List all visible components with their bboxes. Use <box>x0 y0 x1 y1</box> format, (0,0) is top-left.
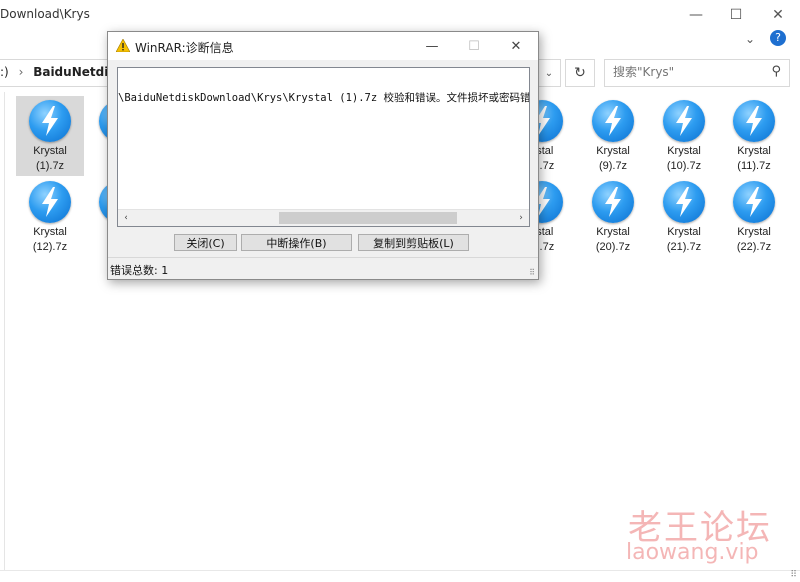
message-list[interactable]: \BaiduNetdiskDownload\Krys\Krystal (1).7… <box>117 67 530 227</box>
7z-archive-icon <box>733 181 775 223</box>
error-count: 错误总数: 1 <box>110 264 169 277</box>
7z-archive-icon <box>592 181 634 223</box>
file-item[interactable]: Krystal (22).7z <box>720 178 788 255</box>
scroll-left-icon[interactable]: ‹ <box>118 210 134 226</box>
status-bar: ⠿ <box>0 570 800 582</box>
file-name-line1: Krystal <box>596 145 630 157</box>
file-name-line2: (20).7z <box>595 241 631 253</box>
maximize-button[interactable]: ☐ <box>716 0 756 30</box>
file-item[interactable]: Krystal (10).7z <box>650 97 718 174</box>
help-icon[interactable]: ? <box>770 30 786 46</box>
address-prefix: :) <box>0 65 9 79</box>
file-name-line1: Krystal <box>33 226 67 238</box>
window-title: Download\Krys <box>0 7 90 21</box>
search-box[interactable]: ⚲ <box>604 59 790 87</box>
file-name-line1: Krystal <box>667 226 701 238</box>
7z-archive-icon <box>29 100 71 142</box>
file-name-line2: (1).7z <box>35 160 65 172</box>
status-divider <box>108 257 538 258</box>
ribbon-controls: ⌄ ? <box>740 30 800 50</box>
file-item[interactable]: Krystal (1).7z <box>16 97 84 174</box>
file-item[interactable]: Krystal (11).7z <box>720 97 788 174</box>
file-name-line2: (22).7z <box>736 241 772 253</box>
minimize-button[interactable]: — <box>676 0 716 30</box>
dialog-resize-grip-icon[interactable]: ⠿ <box>529 268 535 277</box>
dialog-minimize-button[interactable]: — <box>412 34 452 58</box>
file-name-line1: Krystal <box>737 226 771 238</box>
copy-to-clipboard-button[interactable]: 复制到剪贴板(L) <box>358 234 469 251</box>
resize-grip-icon[interactable]: ⠿ <box>790 570 797 580</box>
scroll-thumb[interactable] <box>279 212 457 224</box>
file-item[interactable]: Krystal (9).7z <box>579 97 647 174</box>
breadcrumb-separator: › <box>18 65 24 79</box>
7z-archive-icon <box>663 100 705 142</box>
file-item[interactable]: Krystal (21).7z <box>650 178 718 255</box>
watermark-en: laowang.vip <box>626 540 759 565</box>
interrupt-button[interactable]: 中断操作(B) <box>241 234 352 251</box>
file-name-line1: Krystal <box>33 145 67 157</box>
file-name-line2: (10).7z <box>666 160 702 172</box>
file-item[interactable]: Krystal (12).7z <box>16 178 84 255</box>
file-name-line1: Krystal <box>737 145 771 157</box>
close-dialog-button[interactable]: 关闭(C) <box>174 234 237 251</box>
warning-icon <box>116 39 130 52</box>
file-name-line2: (21).7z <box>666 241 702 253</box>
file-item[interactable]: Krystal (20).7z <box>579 178 647 255</box>
address-dropdown-icon[interactable]: ⌄ <box>538 59 560 87</box>
7z-archive-icon <box>592 100 634 142</box>
explorer-titlebar: Download\Krys — ☐ ✕ <box>0 0 800 30</box>
dialog-close-button[interactable]: ✕ <box>496 34 536 58</box>
file-name-line1: Krystal <box>667 145 701 157</box>
scroll-right-icon[interactable]: › <box>513 210 529 226</box>
search-icon[interactable]: ⚲ <box>771 64 781 79</box>
horizontal-scrollbar[interactable]: ‹ › <box>118 209 529 226</box>
file-name-line2: (12).7z <box>32 241 68 253</box>
nav-pane-edge <box>0 92 5 570</box>
file-name-line1: Krystal <box>596 226 630 238</box>
search-input[interactable] <box>613 65 763 79</box>
dialog-maximize-button: ☐ <box>468 38 480 54</box>
close-button[interactable]: ✕ <box>758 0 798 30</box>
winrar-diagnostic-dialog: WinRAR:诊断信息 — ☐ ✕ \BaiduNetdiskDownload\… <box>107 31 539 280</box>
refresh-button[interactable]: ↻ <box>565 59 595 87</box>
7z-archive-icon <box>733 100 775 142</box>
dialog-titlebar[interactable]: WinRAR:诊断信息 — ☐ ✕ <box>108 32 538 60</box>
error-message: \BaiduNetdiskDownload\Krys\Krystal (1).7… <box>118 92 529 104</box>
expand-ribbon-icon[interactable]: ⌄ <box>745 32 755 46</box>
file-name-line2: (9).7z <box>598 160 628 172</box>
file-name-line2: (11).7z <box>737 160 771 172</box>
7z-archive-icon <box>29 181 71 223</box>
dialog-title: WinRAR:诊断信息 <box>135 41 234 55</box>
7z-archive-icon <box>663 181 705 223</box>
